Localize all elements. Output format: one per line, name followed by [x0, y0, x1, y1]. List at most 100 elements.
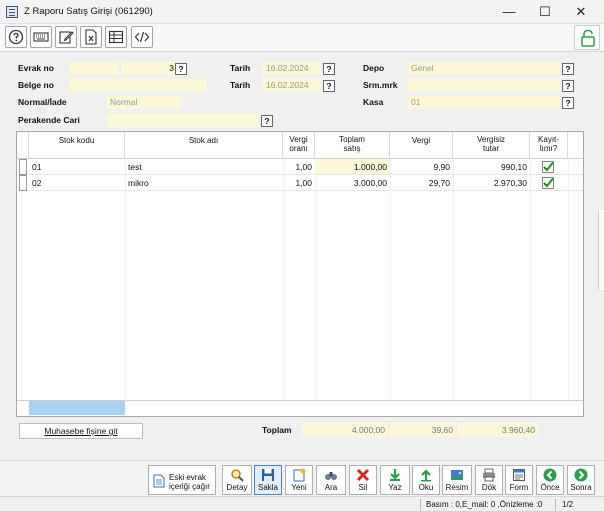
yaz-button[interactable]: Yaz	[380, 465, 410, 495]
maximize-button[interactable]: ☐	[532, 3, 558, 21]
cell-stok-adi[interactable]: mikro	[125, 175, 283, 191]
cell-vergi[interactable]: 29,70	[390, 175, 453, 191]
status-separator	[420, 499, 421, 510]
cell-blank	[568, 175, 583, 191]
grid-divider	[125, 159, 126, 401]
cell-vergi[interactable]: 9,90	[390, 159, 453, 175]
normal-iade-select[interactable]: Normal	[107, 96, 181, 109]
cell-toplam-satis[interactable]: 1.000,00	[315, 159, 390, 175]
write-down-icon	[390, 469, 400, 481]
toplam-label: Toplam	[262, 425, 292, 435]
cell-vergi-orani[interactable]: 1,00	[283, 175, 315, 191]
kasa-lookup-button[interactable]: ?	[562, 97, 574, 109]
keyboard-button[interactable]	[30, 26, 52, 48]
cell-vergisiz-tutar[interactable]: 2.970,30	[453, 175, 530, 191]
cell-kayitli[interactable]	[530, 159, 568, 175]
sil-button[interactable]: Sil	[349, 465, 377, 495]
cell-stok-kodu[interactable]: 02	[29, 175, 125, 191]
title-bar: Z Raporu Satış Girişi (061290) — ☐ ✕	[0, 0, 604, 24]
edit-icon	[59, 31, 74, 44]
document-icon	[153, 474, 165, 488]
tarih-field[interactable]: 16.02.2024	[263, 62, 321, 75]
cell-stok-kodu[interactable]: 01	[29, 159, 125, 175]
cell-blank	[568, 159, 583, 175]
header-toplam-satis[interactable]: Toplam satış	[315, 132, 390, 159]
sakla-label: Sakla	[257, 483, 278, 492]
tarih-lookup-button[interactable]: ?	[323, 63, 335, 75]
evrak-no-label: Evrak no	[18, 63, 54, 73]
once-button[interactable]: Önce	[536, 465, 564, 495]
ara-button[interactable]: Ara	[316, 465, 346, 495]
muhasebe-fisine-git-button[interactable]: Muhasebe fişine git	[19, 423, 143, 439]
printer-icon	[483, 468, 495, 482]
header-vergi-orani[interactable]: Vergi oranı	[283, 132, 315, 159]
new-icon	[293, 468, 306, 482]
minimize-button[interactable]: —	[496, 3, 522, 21]
save-icon	[262, 469, 274, 481]
row-selector[interactable]	[19, 159, 27, 175]
status-bar: Basım : 0,E_mail: 0 ,Önizleme :0 1/2	[0, 496, 604, 511]
grid-divider	[315, 159, 316, 401]
close-button[interactable]: ✕	[568, 3, 594, 21]
excel-icon	[85, 29, 97, 45]
sakla-button[interactable]: Sakla	[254, 465, 282, 495]
cell-vergi-orani[interactable]: 1,00	[283, 159, 315, 175]
eski-evrak-button[interactable]: Eski evrak içeriği çağır	[148, 465, 216, 495]
belge-no-field[interactable]	[70, 79, 206, 92]
evrak-no-lookup-button[interactable]: ?	[175, 63, 187, 75]
form-icon	[513, 469, 525, 481]
oku-button[interactable]: Oku	[412, 465, 440, 495]
cell-vergisiz-tutar[interactable]: 990,10	[453, 159, 530, 175]
header-kayitli[interactable]: Kayıt-lımı?	[530, 132, 568, 159]
excel-button[interactable]	[80, 26, 102, 48]
depo-lookup-button[interactable]: ?	[562, 63, 574, 75]
eski-evrak-label: Eski evrak içeriği çağır	[169, 473, 215, 491]
window-title: Z Raporu Satış Girişi (061290)	[24, 6, 153, 17]
checkmark-icon	[542, 177, 554, 189]
table-button[interactable]	[105, 26, 127, 48]
detay-button[interactable]: Detay	[222, 465, 252, 495]
header-vergisiz-tutar[interactable]: Vergisiz tutar	[453, 132, 530, 159]
form-button[interactable]: Form	[505, 465, 533, 495]
cell-kayitli[interactable]	[530, 175, 568, 191]
code-button[interactable]	[131, 26, 153, 48]
header-kayitli-line1: Kayıt-	[538, 135, 559, 144]
header-stok-adi[interactable]: Stok adı	[125, 132, 283, 159]
depo-field[interactable]: Genel	[408, 62, 560, 75]
evrak-no-field[interactable]: 3	[122, 62, 177, 75]
total-toplam-satis: 4.000,00	[302, 423, 388, 437]
tarih2-lookup-button[interactable]: ?	[323, 80, 335, 92]
header-stok-kodu[interactable]: Stok kodu	[29, 132, 125, 159]
ara-label: Ara	[324, 483, 338, 492]
items-grid: Stok kodu Stok adı Vergi oranı Toplam satı…	[16, 131, 584, 417]
cell-toplam-satis[interactable]: 3.000,00	[315, 175, 390, 191]
sonra-button[interactable]: Sonra	[567, 465, 595, 495]
header-vergi[interactable]: Vergi	[390, 132, 453, 159]
tarih2-field[interactable]: 16.02.2024	[263, 79, 321, 92]
srm-mrk-field[interactable]	[408, 79, 560, 92]
yeni-button[interactable]: Yeni	[285, 465, 313, 495]
lock-button[interactable]	[574, 25, 600, 50]
kasa-label: Kasa	[363, 97, 384, 107]
grid-footer-selection[interactable]	[29, 401, 125, 415]
image-icon	[451, 470, 463, 480]
edit-button[interactable]	[55, 26, 77, 48]
kasa-field[interactable]: 01	[408, 96, 560, 109]
header-toplam-satis-line2: satış	[343, 144, 361, 153]
depo-label: Depo	[363, 63, 385, 73]
status-page: 1/2	[562, 500, 574, 509]
evrak-seri-field[interactable]	[70, 62, 119, 75]
row-selector[interactable]	[19, 175, 27, 191]
cell-stok-adi[interactable]: test	[125, 159, 283, 175]
grid-divider	[283, 159, 284, 401]
srm-mrk-lookup-button[interactable]: ?	[562, 80, 574, 92]
yaz-label: Yaz	[388, 483, 402, 492]
dok-label: Dök	[481, 483, 497, 492]
delete-icon	[356, 468, 370, 482]
dok-button[interactable]: Dök	[475, 465, 503, 495]
perakende-cari-field[interactable]	[107, 114, 259, 127]
resim-button[interactable]: Resim	[442, 465, 472, 495]
perakende-cari-lookup-button[interactable]: ?	[261, 115, 273, 127]
help-button[interactable]	[5, 26, 27, 48]
grid-divider	[568, 159, 569, 401]
